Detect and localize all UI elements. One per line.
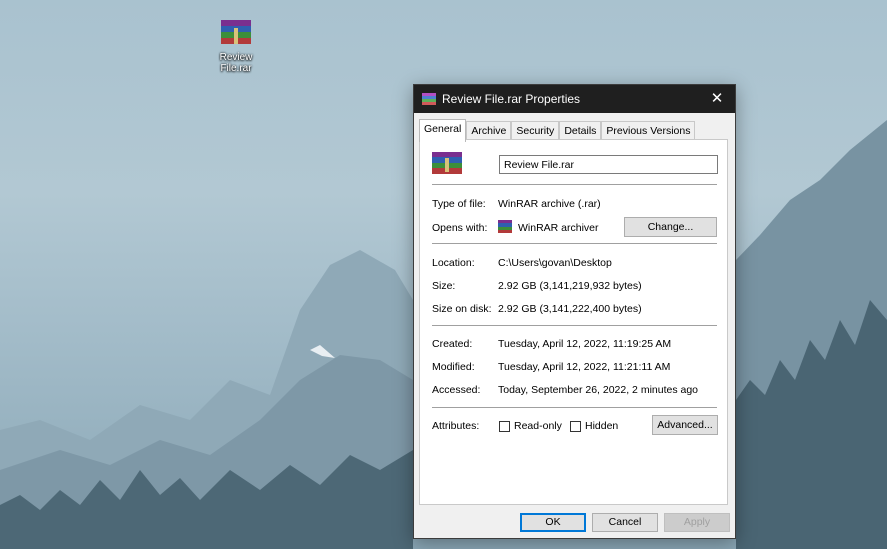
desktop-file-icon[interactable]: Review File.rar (208, 18, 264, 74)
general-panel: Review File.rar Type of file: WinRAR arc… (419, 139, 728, 505)
location-value: C:\Users\govan\Desktop (498, 257, 612, 269)
winrar-archive-icon (219, 18, 253, 48)
hidden-label[interactable]: Hidden (585, 420, 618, 432)
read-only-label[interactable]: Read-only (514, 420, 562, 432)
desktop-icon-label: Review File.rar (219, 52, 253, 74)
separator (432, 407, 717, 408)
close-icon: ✕ (710, 90, 724, 107)
hidden-checkbox[interactable] (570, 421, 581, 432)
opens-with-label: Opens with: (432, 222, 488, 234)
read-only-checkbox[interactable] (499, 421, 510, 432)
size-on-disk-value: 2.92 GB (3,141,222,400 bytes) (498, 303, 642, 315)
winrar-archive-icon (498, 220, 512, 233)
size-label: Size: (432, 280, 456, 292)
type-of-file-label: Type of file: (432, 198, 486, 210)
tab-general[interactable]: General (419, 119, 467, 142)
opens-with-value: WinRAR archiver (518, 222, 599, 234)
advanced-button[interactable]: Advanced... (652, 415, 718, 435)
winrar-archive-icon (422, 93, 436, 105)
separator (432, 325, 717, 326)
attributes-label: Attributes: (432, 420, 480, 432)
title-bar[interactable]: Review File.rar Properties ✕ (414, 85, 735, 113)
change-button[interactable]: Change... (624, 217, 717, 237)
separator (432, 184, 717, 185)
apply-button[interactable]: Apply (664, 513, 730, 532)
winrar-archive-icon (432, 152, 462, 176)
window-title: Review File.rar Properties (442, 92, 581, 106)
close-button[interactable]: ✕ (705, 89, 729, 109)
size-on-disk-label: Size on disk: (432, 303, 492, 315)
accessed-value: Today, September 26, 2022, 2 minutes ago (498, 384, 699, 396)
size-value: 2.92 GB (3,141,219,932 bytes) (498, 280, 642, 292)
created-value: Tuesday, April 12, 2022, 11:19:25 AM (498, 338, 672, 350)
modified-value: Tuesday, April 12, 2022, 11:21:11 AM (498, 361, 671, 373)
properties-dialog: Review File.rar Properties ✕ General Arc… (413, 84, 736, 539)
type-of-file-value: WinRAR archive (.rar) (498, 198, 601, 210)
separator (432, 243, 717, 244)
file-name-input[interactable]: Review File.rar (499, 155, 718, 174)
tab-strip: General Archive Security Details Previou… (419, 119, 696, 142)
created-label: Created: (432, 338, 473, 350)
modified-label: Modified: (432, 361, 475, 373)
ok-button[interactable]: OK (520, 513, 586, 532)
cancel-button[interactable]: Cancel (592, 513, 658, 532)
accessed-label: Accessed: (432, 384, 481, 396)
location-label: Location: (432, 257, 475, 269)
